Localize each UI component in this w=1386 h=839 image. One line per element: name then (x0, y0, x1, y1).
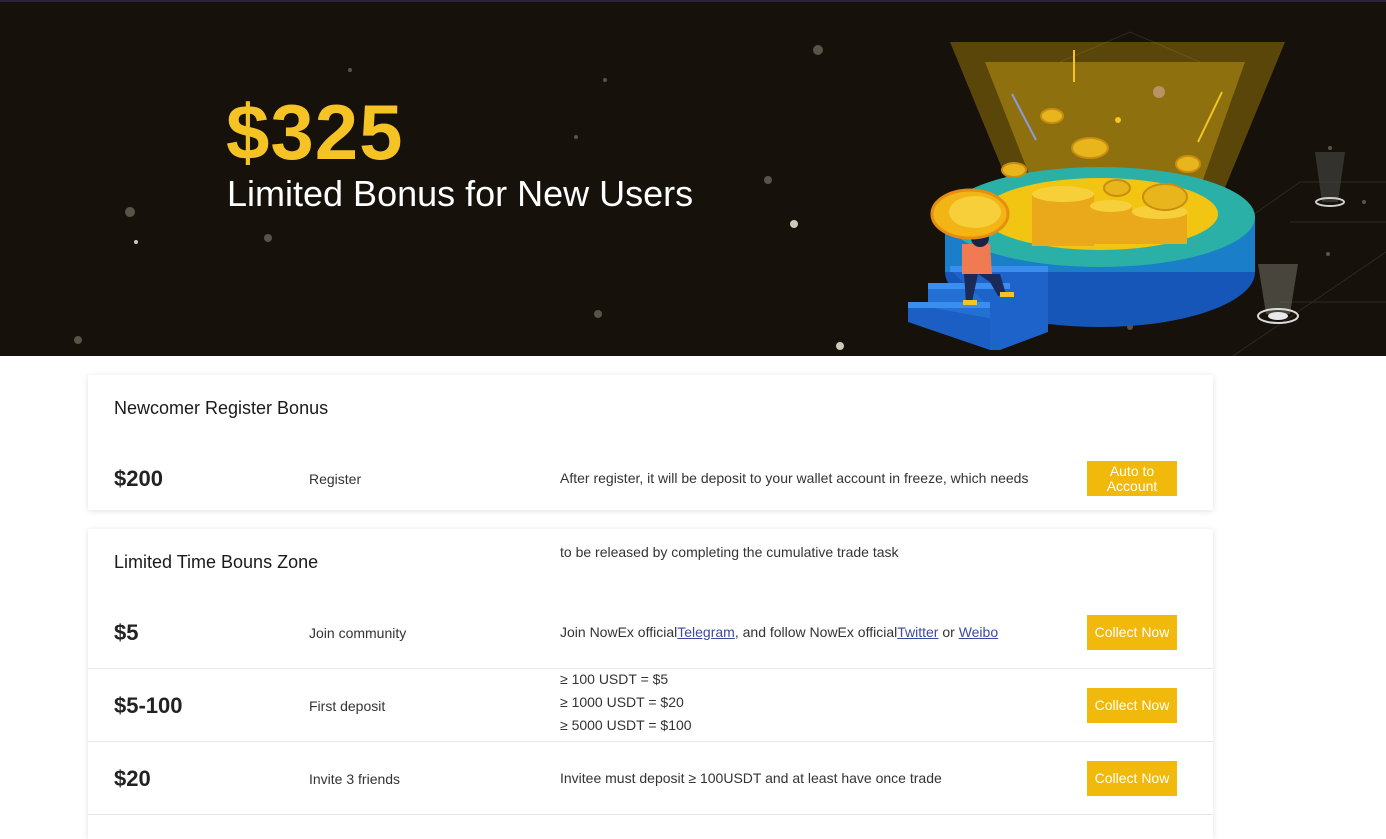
twitter-link[interactable]: Twitter (897, 624, 938, 640)
auto-to-account-button[interactable]: Auto to Account (1087, 461, 1177, 496)
stairs (908, 266, 1048, 350)
bonus-description: Invitee must deposit ≥ 100USDT and at le… (560, 770, 942, 786)
deposit-tier: ≥ 1000 USDT = $20 (560, 694, 684, 710)
collect-now-button[interactable]: Collect Now (1087, 761, 1177, 796)
hero-banner: $325 Limited Bonus for New Users (0, 0, 1386, 356)
bonus-description: Join NowEx officialTelegram, and follow … (560, 621, 998, 644)
table-row: $5 Join community Join NowEx officialTel… (88, 597, 1213, 669)
bonus-amount: $5 (114, 620, 139, 645)
register-bonus-row: $200 Register After register, it will be… (88, 445, 1213, 505)
spotlight (1315, 152, 1345, 202)
register-bonus-title: Newcomer Register Bonus (114, 398, 329, 418)
collect-now-button[interactable]: Collect Now (1087, 688, 1177, 723)
spotlight (1258, 264, 1298, 314)
bonus-task: Join community (309, 625, 407, 641)
bonus-description-line2: to be released by completing the cumulat… (560, 544, 899, 560)
desc-text: , and follow NowEx official (734, 624, 898, 640)
hero-bonus-amount: $325 (226, 88, 404, 176)
hero-subtitle: Limited Bonus for New Users (227, 173, 694, 214)
weibo-link[interactable]: Weibo (959, 624, 998, 640)
telegram-link[interactable]: Telegram (677, 624, 735, 640)
register-bonus-card: Newcomer Register Bonus $200 Register Af… (88, 375, 1213, 510)
bonus-amount: $200 (114, 466, 163, 491)
bonus-amount: $5-100 (114, 693, 183, 718)
bonus-description-line1: After register, it will be deposit to yo… (560, 470, 1029, 486)
bonus-task: Invite 3 friends (309, 771, 401, 787)
bonus-task: Register (309, 471, 362, 487)
desc-text: Join NowEx official (560, 624, 678, 640)
collect-now-button[interactable]: Collect Now (1087, 615, 1177, 650)
deposit-tier: ≥ 5000 USDT = $100 (560, 717, 692, 733)
bonus-task: First deposit (309, 698, 386, 714)
limited-bonus-card: to be released by completing the cumulat… (88, 529, 1213, 839)
bonus-amount: $20 (114, 766, 151, 791)
star-dot-bright (790, 220, 798, 228)
table-row: $20 Invite 3 friends Invitee must deposi… (88, 742, 1213, 815)
table-row: $5-100 First deposit ≥ 100 USDT = $5 ≥ 1… (88, 669, 1213, 742)
desc-text: or (938, 624, 959, 640)
deposit-tiers: ≥ 100 USDT = $5 ≥ 1000 USDT = $20 ≥ 5000… (560, 668, 692, 737)
star-dot-bright (836, 342, 844, 350)
deposit-tier: ≥ 100 USDT = $5 (560, 671, 669, 687)
limited-bonus-title: Limited Time Bouns Zone (114, 552, 319, 572)
